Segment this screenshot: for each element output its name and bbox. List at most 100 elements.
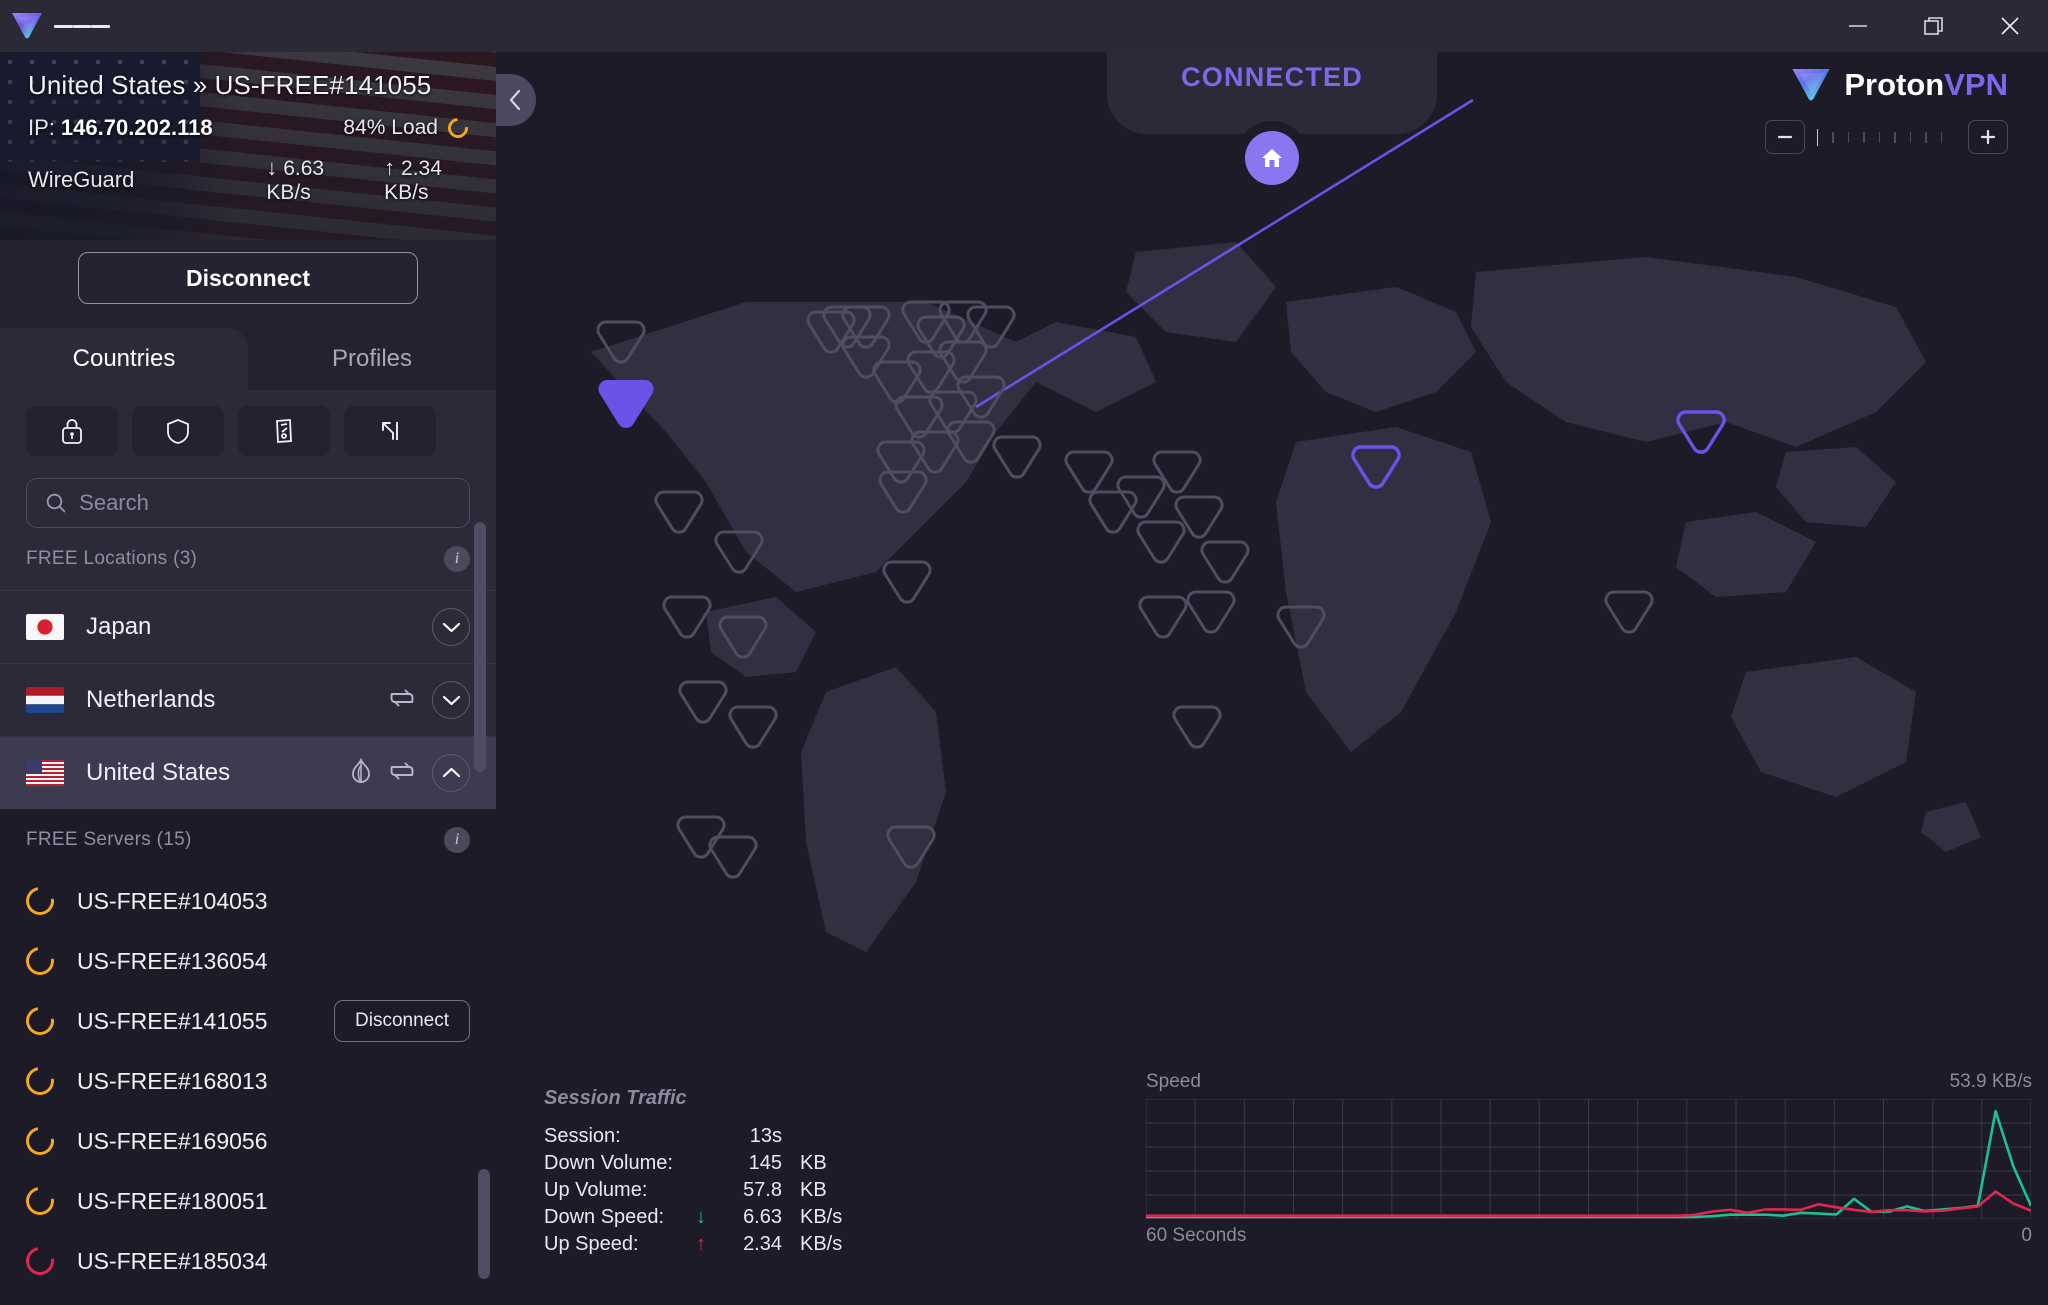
- row-label: Up Speed:: [544, 1233, 639, 1255]
- zoom-slider[interactable]: [1816, 128, 1957, 146]
- zoom-out-button[interactable]: [1764, 120, 1805, 154]
- server-row[interactable]: US-FREE#180051: [0, 1171, 496, 1231]
- zoom-in-button[interactable]: [1968, 120, 2008, 154]
- server-name: US-FREE#136054: [77, 947, 268, 974]
- netshield-icon[interactable]: [132, 406, 224, 456]
- world-map-panel: CONNECTED ProtonVPN Session Traffic Sess…: [496, 52, 2048, 1305]
- country-row-japan[interactable]: Japan: [0, 590, 496, 663]
- search-box[interactable]: [26, 478, 470, 528]
- chevron-down-icon[interactable]: [432, 681, 470, 719]
- zoom-tick: [1894, 131, 1896, 143]
- load-ring-icon: [20, 1241, 60, 1281]
- chart-xlabel: 60 Seconds: [1146, 1225, 1247, 1246]
- server-row[interactable]: US-FREE#104053: [0, 871, 496, 931]
- zoom-tick: [1832, 131, 1834, 143]
- session-row: Up Speed: ↑ 2.34 KB/s: [544, 1231, 852, 1258]
- home-marker[interactable]: [1245, 131, 1299, 185]
- free-servers-header: FREE Servers (15) i: [0, 809, 496, 871]
- server-row[interactable]: US-FREE#136054: [0, 931, 496, 991]
- row-value: 13s: [749, 1125, 782, 1147]
- flag-nl-icon: [26, 687, 64, 713]
- server-row[interactable]: US-FREE#168013: [0, 1051, 496, 1111]
- session-row: Session: 13s: [544, 1123, 852, 1150]
- tab-profiles[interactable]: Profiles: [248, 328, 496, 390]
- server-name: US-FREE#180051: [77, 1187, 268, 1214]
- row-unit: KB/s: [800, 1206, 843, 1228]
- row-unit: KB: [800, 1152, 827, 1174]
- free-locations-header: FREE Locations (3) i: [0, 528, 496, 590]
- server-marker-connected-us[interactable]: [598, 379, 654, 428]
- maximize-button[interactable]: [1896, 0, 1972, 52]
- speed-readout: ↓ 6.63 KB/s ↑ 2.34 KB/s: [266, 155, 468, 205]
- list-area: FREE Locations (3) i Japan: [0, 390, 496, 1305]
- download-arrow-icon: ↓: [266, 155, 278, 180]
- disconnect-button[interactable]: Disconnect: [78, 252, 418, 304]
- server-disconnect-button[interactable]: Disconnect: [334, 1000, 470, 1042]
- sidebar-tabs: Countries Profiles: [0, 328, 496, 392]
- p2p-icon: [388, 687, 416, 714]
- server-name: US-FREE#168013: [77, 1067, 268, 1094]
- zoom-tick: [1909, 131, 1911, 143]
- tor-icon: [350, 757, 372, 789]
- zoom-tick: [1816, 128, 1818, 146]
- p2p-icon: [388, 760, 416, 787]
- load-ring-icon: [20, 1061, 60, 1101]
- country-row-netherlands[interactable]: Netherlands: [0, 663, 496, 736]
- tab-countries[interactable]: Countries: [0, 328, 248, 390]
- menu-button[interactable]: [54, 0, 111, 52]
- load-ring-icon: [20, 941, 60, 981]
- row-value: 6.63: [743, 1206, 782, 1228]
- zoom-tick: [1940, 131, 1942, 143]
- list-scrollbar[interactable]: [474, 522, 486, 772]
- bottom-stats-panel: Session Traffic Session: 13s Down Volume…: [496, 1065, 2048, 1305]
- row-value: 57.8: [743, 1179, 782, 1201]
- search-input[interactable]: [79, 490, 451, 516]
- flag-jp-icon: [26, 614, 64, 640]
- country-list: Japan Netherlands United States: [0, 590, 496, 809]
- server-row-connected[interactable]: US-FREE#141055 Disconnect: [0, 991, 496, 1051]
- session-row: Down Volume: 145 KB: [544, 1150, 852, 1177]
- chevron-left-icon: [509, 89, 521, 111]
- home-icon: [1262, 149, 1282, 167]
- load-ring-icon: [20, 1181, 60, 1221]
- connection-status-text: CONNECTED: [1181, 62, 1363, 92]
- server-row[interactable]: US-FREE#185034: [0, 1231, 496, 1291]
- brand-name-vpn: VPN: [1944, 67, 2008, 102]
- server-name: US-FREE#169056: [77, 1127, 268, 1154]
- country-name: Japan: [86, 613, 152, 640]
- zoom-tick: [1925, 131, 1927, 143]
- server-row[interactable]: US-FREE#169056: [0, 1111, 496, 1171]
- chevron-up-icon[interactable]: [432, 754, 470, 792]
- row-label: Down Speed:: [544, 1206, 665, 1228]
- chart-ymax-label: 53.9 KB/s: [1949, 1071, 2032, 1092]
- info-icon[interactable]: i: [444, 546, 470, 572]
- server-name: US-FREE#141055: [77, 1007, 268, 1034]
- zoom-tick: [1863, 131, 1865, 143]
- upload-arrow-icon: ↑: [384, 155, 396, 180]
- info-icon[interactable]: i: [444, 827, 470, 853]
- server-load: 84% Load: [343, 113, 473, 143]
- kill-switch-icon[interactable]: [238, 406, 330, 456]
- session-row: Up Volume: 57.8 KB: [544, 1177, 852, 1204]
- country-row-united-states[interactable]: United States: [0, 736, 496, 809]
- title-bar: [0, 0, 2048, 52]
- session-row: Down Speed: ↓ 6.63 KB/s: [544, 1204, 852, 1231]
- chevron-down-icon[interactable]: [432, 608, 470, 646]
- map-landmasses: [591, 242, 1981, 952]
- load-ring-icon: [20, 881, 60, 921]
- chart-plot-area: [1146, 1099, 2031, 1219]
- session-traffic-table: Session: 13s Down Volume: 145 KB Up Volu…: [544, 1123, 852, 1258]
- map-zoom-control: [1764, 120, 2008, 154]
- secure-core-icon[interactable]: [26, 406, 118, 456]
- load-ring-icon: [20, 1001, 60, 1041]
- app-logo-icon: [0, 0, 54, 52]
- country-row-actions: [388, 681, 470, 719]
- port-forwarding-icon[interactable]: [344, 406, 436, 456]
- row-value: 2.34: [743, 1233, 782, 1255]
- flag-us-icon: [26, 760, 64, 786]
- zoom-tick: [1847, 131, 1849, 143]
- server-list-scrollbar[interactable]: [478, 1169, 490, 1279]
- minimize-button[interactable]: [1820, 0, 1896, 52]
- close-button[interactable]: [1972, 0, 2048, 52]
- ip-label: IP:: [28, 115, 55, 140]
